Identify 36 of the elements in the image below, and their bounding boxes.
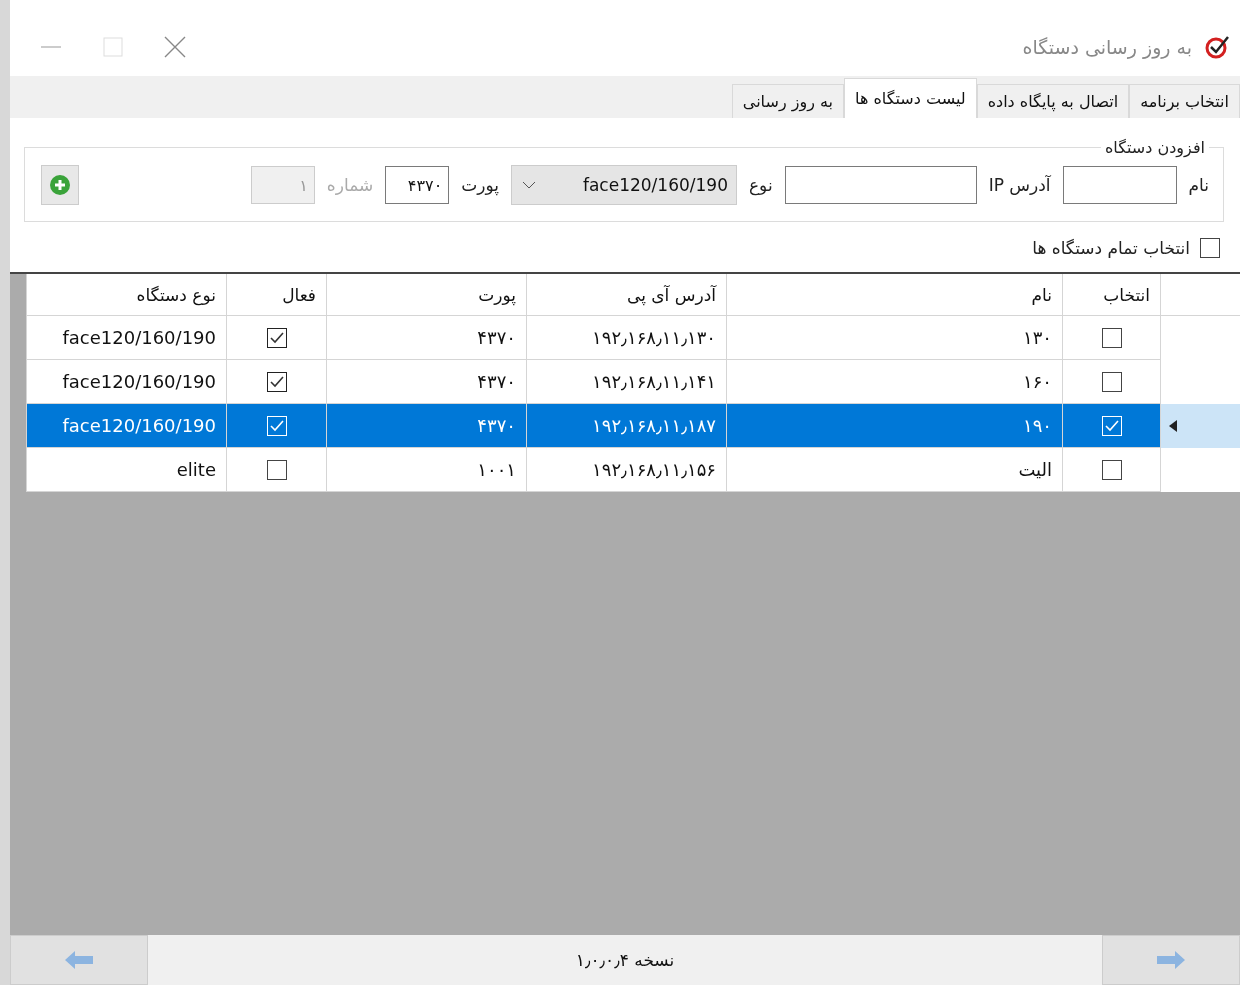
add-button[interactable] (41, 165, 79, 205)
table-cell: ۱۰۰۱ (326, 448, 526, 492)
version-label: نسخه ۱٫۰٫۰٫۴ (574, 949, 676, 972)
checkbox[interactable] (1101, 371, 1122, 392)
chevron-down-icon (521, 181, 536, 189)
port-field[interactable]: ۴۳۷۰ (385, 166, 450, 204)
window-title: به روز رسانی دستگاه (1021, 36, 1192, 58)
tab[interactable]: لیست دستگاه ها (844, 78, 977, 118)
tab[interactable]: به روز رسانی (731, 84, 844, 118)
type-dropdown[interactable]: face120/160/190 (510, 165, 737, 205)
table-cell: elite (26, 448, 226, 492)
checkbox[interactable] (266, 459, 287, 480)
type-label: نوع (748, 175, 773, 195)
number-label: شماره (326, 175, 374, 195)
checkbox[interactable] (266, 371, 287, 392)
app-logo-icon (1204, 34, 1230, 60)
plus-icon (49, 174, 71, 196)
left-arrow-icon (63, 949, 95, 971)
tab[interactable]: اتصال به پایگاه داده (976, 84, 1130, 118)
table-cell: ۱۹۲٫۱۶۸٫۱۱٫۱۵۶ (526, 448, 726, 492)
checkbox[interactable] (1200, 238, 1220, 258)
name-field[interactable] (1062, 166, 1177, 204)
right-arrow-icon (1155, 949, 1187, 971)
close-icon[interactable] (164, 36, 186, 58)
checkbox[interactable] (1101, 459, 1122, 480)
current-row-icon (1169, 420, 1177, 432)
port-label: پورت (461, 175, 499, 195)
checkbox[interactable] (1101, 327, 1122, 348)
group-title: افزودن دستگاه (1103, 138, 1206, 157)
ip-field[interactable] (784, 166, 977, 204)
select-all-label: انتخاب تمام دستگاه ها (1032, 238, 1190, 258)
ip-label: آدرس IP (988, 175, 1051, 195)
checkbox[interactable] (266, 327, 287, 348)
name-label: نام (1188, 175, 1209, 195)
tab[interactable]: انتخاب برنامه (1129, 84, 1240, 118)
table-cell: الیت (726, 448, 1062, 492)
